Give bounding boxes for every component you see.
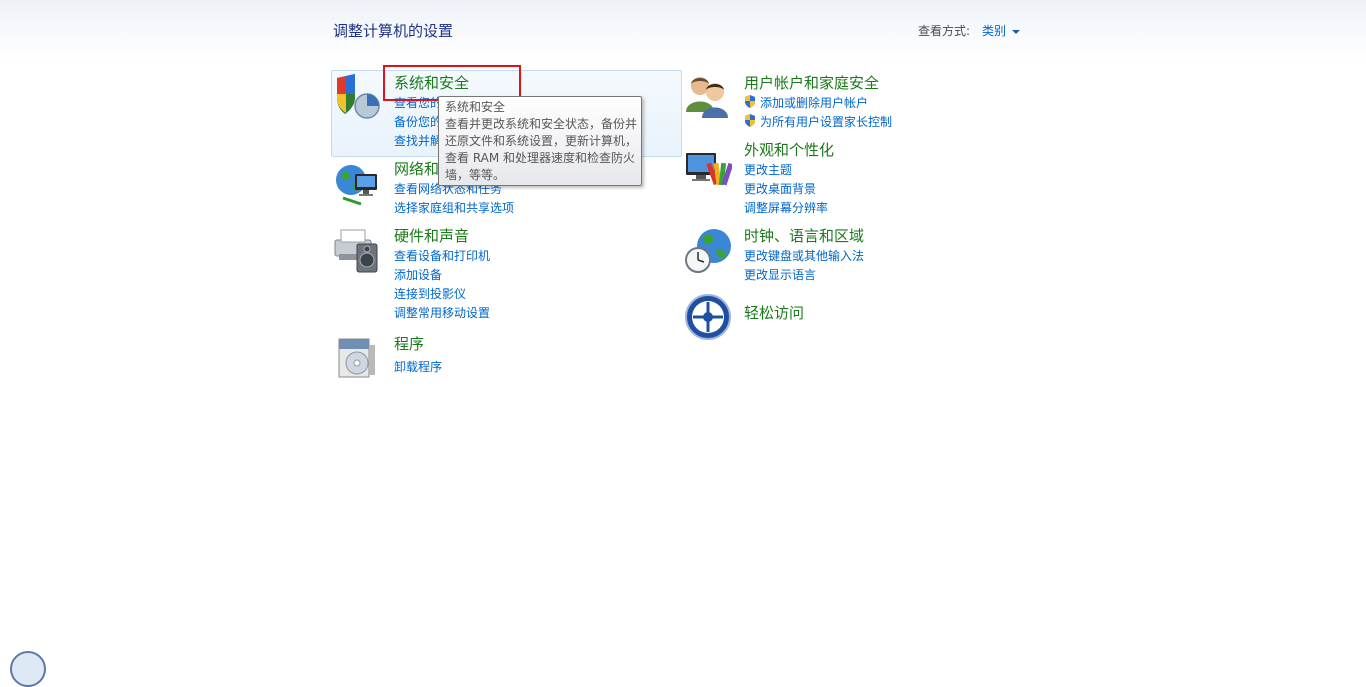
header-background: [0, 0, 1366, 60]
link-connect-projector[interactable]: 连接到投影仪: [394, 285, 466, 302]
link-adjust-resolution[interactable]: 调整屏幕分辨率: [744, 199, 828, 216]
category-title-clock-language[interactable]: 时钟、语言和区域: [744, 225, 864, 246]
link-uninstall-program[interactable]: 卸载程序: [394, 358, 442, 375]
link-parental-controls-label: 为所有用户设置家长控制: [760, 115, 893, 129]
ease-of-access-icon[interactable]: [684, 293, 732, 341]
network-globe-icon[interactable]: [333, 160, 381, 208]
tooltip-line: 查看 RAM 和处理器速度和检查防火: [445, 151, 636, 165]
view-by-label: 查看方式:: [918, 24, 971, 38]
view-by-value: 类别: [982, 24, 1007, 38]
link-parental-controls[interactable]: 为所有用户设置家长控制: [744, 113, 892, 130]
start-orb[interactable]: [10, 651, 46, 687]
tooltip-line: 查看并更改系统和安全状态，备份并: [445, 117, 638, 131]
tooltip-line: 还原文件和系统设置，更新计算机，: [445, 134, 638, 148]
category-title-hardware-sound[interactable]: 硬件和声音: [394, 225, 469, 246]
view-by-dropdown[interactable]: 类别: [982, 22, 1021, 39]
monitor-palette-icon[interactable]: [684, 145, 734, 193]
shield-security-icon[interactable]: [333, 72, 381, 120]
clock-globe-icon[interactable]: [684, 226, 732, 274]
link-change-display-language[interactable]: 更改显示语言: [744, 266, 816, 283]
tooltip-title: 系统和安全: [445, 100, 506, 114]
link-add-remove-accounts[interactable]: 添加或删除用户帐户: [744, 94, 868, 111]
tooltip: 系统和安全 查看并更改系统和安全状态，备份并 还原文件和系统设置，更新计算机， …: [438, 96, 642, 186]
page-title: 调整计算机的设置: [333, 22, 454, 40]
link-change-desktop-background[interactable]: 更改桌面背景: [744, 180, 816, 197]
category-title-appearance[interactable]: 外观和个性化: [744, 139, 834, 160]
link-add-device[interactable]: 添加设备: [394, 266, 442, 283]
link-mobility-settings[interactable]: 调整常用移动设置: [394, 304, 490, 321]
link-devices-printers[interactable]: 查看设备和打印机: [394, 247, 490, 264]
link-homegroup-sharing[interactable]: 选择家庭组和共享选项: [394, 199, 514, 216]
tooltip-line: 墙，等等。: [445, 168, 506, 182]
printer-speaker-icon[interactable]: [333, 226, 381, 274]
category-title-user-accounts[interactable]: 用户帐户和家庭安全: [744, 72, 879, 93]
link-change-theme[interactable]: 更改主题: [744, 161, 792, 178]
category-title-ease-of-access[interactable]: 轻松访问: [744, 302, 804, 323]
programs-box-icon[interactable]: [333, 333, 381, 381]
chevron-down-icon: [1012, 29, 1021, 34]
category-title-programs[interactable]: 程序: [394, 333, 424, 354]
uac-shield-icon: [745, 95, 755, 108]
uac-shield-icon: [745, 114, 755, 127]
link-add-remove-accounts-label: 添加或删除用户帐户: [760, 96, 869, 110]
users-icon[interactable]: [684, 72, 732, 120]
link-change-keyboard[interactable]: 更改键盘或其他输入法: [744, 247, 864, 264]
